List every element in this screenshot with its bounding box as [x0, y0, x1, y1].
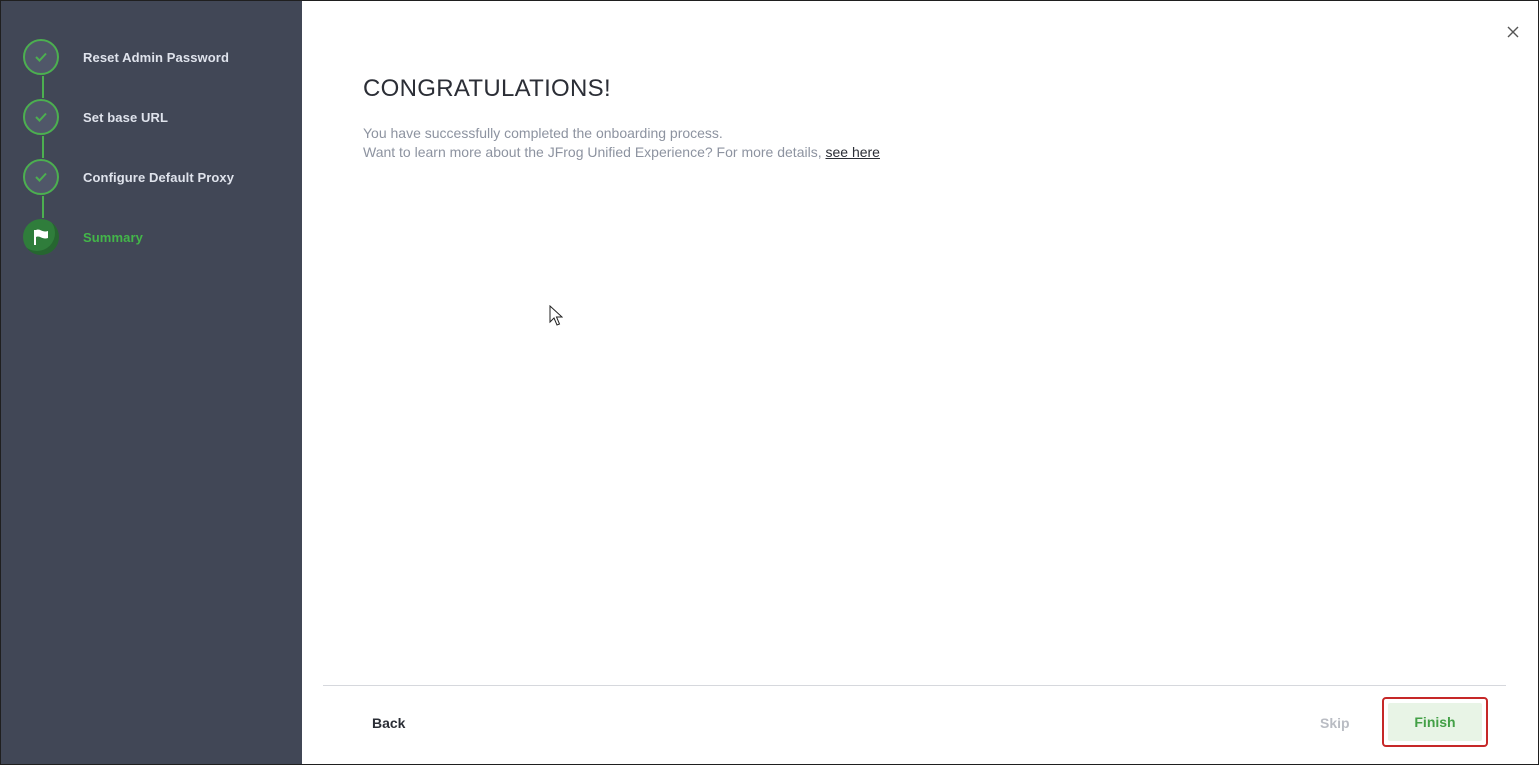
skip-button[interactable]: Skip: [1320, 715, 1350, 731]
step-label: Summary: [83, 229, 143, 245]
finish-button-label: Finish: [1388, 703, 1482, 741]
step-connector: [42, 196, 44, 218]
page-title: CONGRATULATIONS!: [363, 75, 611, 102]
step-set-base-url[interactable]: Set base URL: [23, 97, 168, 137]
step-connector: [42, 136, 44, 158]
success-message: You have successfully completed the onbo…: [363, 125, 723, 141]
check-icon: [23, 39, 59, 75]
footer-divider: [323, 685, 1506, 686]
check-icon: [23, 99, 59, 135]
wizard-steps-sidebar: Reset Admin Password Set base URL Config…: [1, 1, 302, 764]
step-summary[interactable]: Summary: [23, 217, 143, 257]
learn-more-message: Want to learn more about the JFrog Unifi…: [363, 144, 880, 160]
learn-more-text: Want to learn more about the JFrog Unifi…: [363, 144, 826, 160]
close-button[interactable]: [1503, 22, 1523, 42]
close-icon: [1507, 26, 1519, 38]
step-reset-admin-password[interactable]: Reset Admin Password: [23, 37, 229, 77]
check-icon: [23, 159, 59, 195]
finish-button[interactable]: Finish: [1382, 697, 1488, 747]
step-label: Reset Admin Password: [83, 49, 230, 65]
step-label: Configure Default Proxy: [83, 169, 235, 185]
step-label: Set base URL: [83, 109, 169, 125]
mouse-cursor-icon: [549, 304, 564, 332]
flag-icon: [23, 219, 59, 255]
see-here-link[interactable]: see here: [825, 144, 879, 160]
onboarding-wizard-dialog: Reset Admin Password Set base URL Config…: [0, 0, 1539, 765]
step-connector: [42, 76, 44, 98]
step-configure-default-proxy[interactable]: Configure Default Proxy: [23, 157, 234, 197]
back-button[interactable]: Back: [372, 715, 405, 731]
